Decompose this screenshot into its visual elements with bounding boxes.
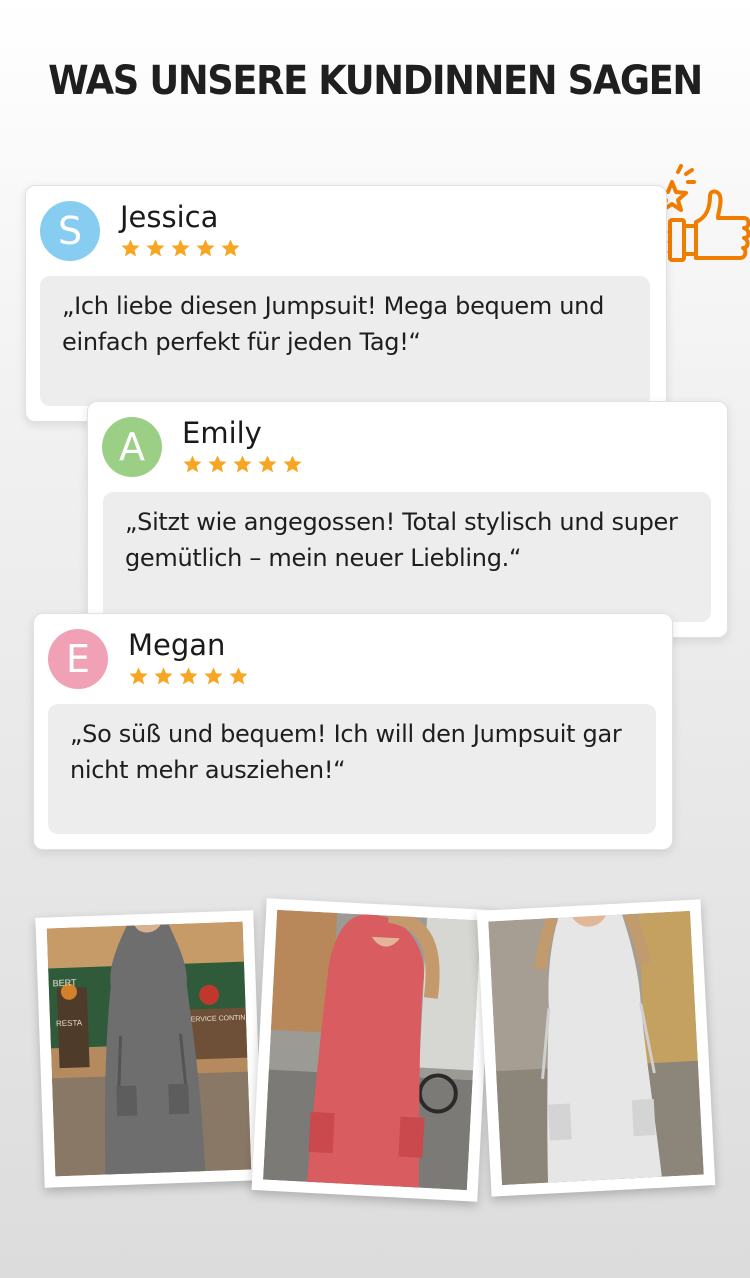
star-icon xyxy=(129,667,148,685)
star-rating xyxy=(120,238,241,259)
review-card: S Jessica „Ich liebe diesen Jumpsuit! Me… xyxy=(25,185,667,422)
avatar: S xyxy=(40,201,100,261)
star-icon xyxy=(183,455,202,473)
reviewer-name: Megan xyxy=(128,628,226,662)
star-icon xyxy=(121,239,140,257)
star-icon xyxy=(208,455,227,473)
star-icon xyxy=(233,455,252,473)
star-icon xyxy=(204,667,223,685)
review-quote-box: „Ich liebe diesen Jumpsuit! Mega bequem … xyxy=(40,276,650,406)
star-icon xyxy=(258,455,277,473)
star-icon xyxy=(229,667,248,685)
review-quote-box: „Sitzt wie angegossen! Total stylisch un… xyxy=(103,492,711,622)
review-text: „Sitzt wie angegossen! Total stylisch un… xyxy=(125,508,678,572)
review-text: „So süß und bequem! Ich will den Jumpsui… xyxy=(70,720,622,784)
page-title: WAS UNSERE KUNDINNEN SAGEN xyxy=(48,58,703,104)
product-image xyxy=(263,908,481,1191)
star-rating xyxy=(182,454,303,475)
review-card: A Emily „Sitzt wie angegossen! Total sty… xyxy=(87,401,728,638)
star-icon xyxy=(179,667,198,685)
product-image xyxy=(488,910,704,1186)
star-icon xyxy=(221,239,240,257)
shop-sign: RESTA xyxy=(56,1018,83,1028)
avatar: A xyxy=(102,417,162,477)
review-quote-box: „So süß und bequem! Ich will den Jumpsui… xyxy=(48,704,656,834)
reviewer-name: Emily xyxy=(182,416,262,450)
shop-sign: BERT xyxy=(52,977,77,988)
product-photo-grey: BERT RESTA SERVICE CONTIN xyxy=(35,910,263,1188)
star-icon xyxy=(146,239,165,257)
star-icon xyxy=(196,239,215,257)
product-image: BERT RESTA SERVICE CONTIN xyxy=(46,921,252,1177)
star-icon xyxy=(154,667,173,685)
product-photo-white xyxy=(476,899,716,1197)
star-icon xyxy=(171,239,190,257)
review-card: E Megan „So süß und bequem! Ich will den… xyxy=(33,613,673,850)
review-text: „Ich liebe diesen Jumpsuit! Mega bequem … xyxy=(62,292,605,356)
star-rating xyxy=(128,666,249,687)
reviewer-name: Jessica xyxy=(120,200,219,234)
product-photo-coral xyxy=(251,898,493,1202)
avatar: E xyxy=(48,629,108,689)
star-icon xyxy=(283,455,302,473)
